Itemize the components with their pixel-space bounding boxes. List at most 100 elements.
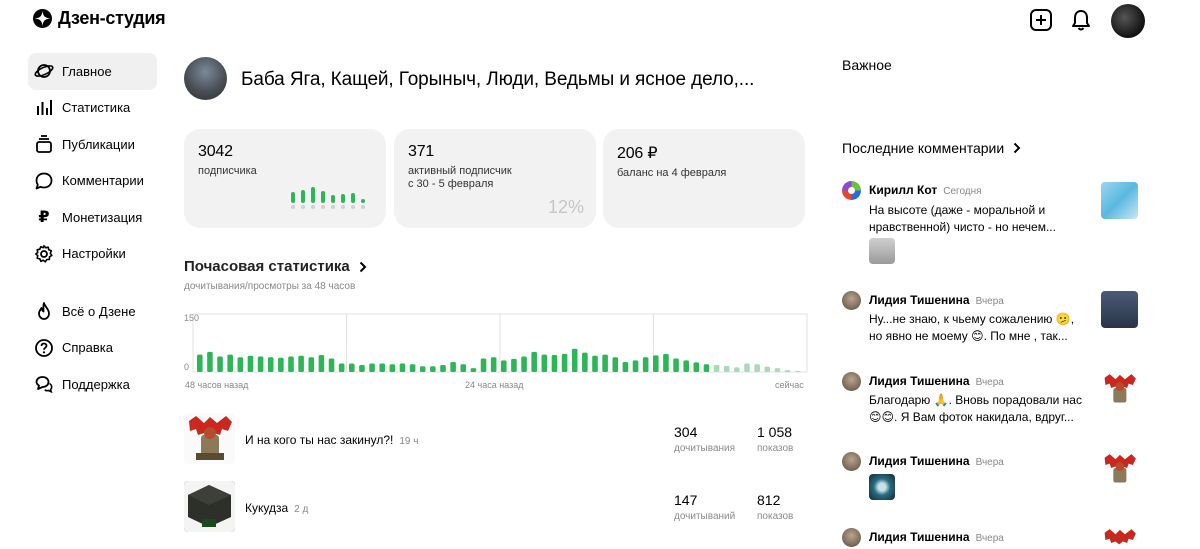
sidebar-item-label: Публикации — [62, 136, 135, 152]
comment-time: Вчера — [975, 457, 1004, 468]
chart-bar — [470, 368, 477, 372]
mini-chart-bar — [351, 193, 355, 209]
commenter-name-text: Лидия Тишенина — [869, 530, 970, 544]
publication-thumbnail[interactable] — [1101, 452, 1138, 489]
chart-bar — [551, 354, 558, 372]
stack-icon — [34, 134, 54, 154]
chart-bar — [278, 357, 284, 372]
publication-reads: 147 — [674, 492, 698, 508]
comment-attachment[interactable] — [869, 238, 895, 264]
sidebar-item-publications[interactable]: Публикации — [28, 126, 157, 163]
sidebar-item-support[interactable]: Поддержка — [28, 366, 157, 403]
sidebar-item-label: Комментарии — [62, 173, 144, 189]
comment-text[interactable]: Благодарю 🙏. Вновь порадовали нас 😊😊. Я … — [869, 392, 1089, 426]
sidebar-item-about-dzen[interactable]: Всё о Дзене — [28, 293, 157, 330]
mini-chart-bar — [341, 194, 345, 209]
publication-title[interactable]: И на кого ты нас закинул?! 19 ч — [245, 433, 419, 447]
chart-bar — [359, 365, 365, 372]
active-subscribers-caption-line2: с 30 - 5 февраля — [408, 178, 494, 190]
balance-value: 206 ₽ — [617, 145, 658, 162]
chart-bar — [257, 356, 264, 372]
commenter-avatar[interactable] — [842, 291, 861, 310]
avatar[interactable] — [1111, 4, 1145, 38]
sidebar-item-help[interactable]: Справка — [28, 330, 157, 367]
publication-thumbnail[interactable] — [1101, 182, 1138, 219]
chart-bar — [723, 365, 730, 372]
chart-bar — [389, 364, 396, 372]
sidebar-item-settings[interactable]: Настройки — [28, 236, 157, 273]
question-icon — [34, 338, 54, 358]
chart-bar — [328, 358, 335, 372]
comment-text[interactable]: Ну...не знаю, к чьему сожалению 🫤, но яв… — [869, 311, 1089, 345]
active-subscribers-card[interactable]: 371 активный подписчик с 30 - 5 февраля … — [394, 129, 596, 228]
chart-bar — [338, 363, 345, 372]
chart-bar — [683, 360, 689, 372]
publication-title-text: Кукудза — [245, 501, 289, 515]
chart-bar — [612, 357, 619, 372]
chart-bar — [409, 364, 416, 372]
add-icon[interactable] — [1030, 9, 1052, 31]
comment-attachment[interactable] — [869, 474, 895, 500]
mini-chart-bar — [311, 187, 315, 209]
logo[interactable]: Дзен-студия — [33, 8, 166, 29]
publication-thumbnail[interactable] — [184, 481, 235, 532]
balance-caption: баланс на 4 февраля — [617, 167, 727, 179]
hourly-stats-link[interactable]: Почасовая статистика — [184, 258, 368, 275]
subscribers-card[interactable]: 3042 подписчика — [184, 129, 386, 228]
chart-bar — [622, 361, 629, 372]
chart-bar — [673, 358, 679, 372]
commenter-avatar[interactable] — [842, 452, 861, 471]
ruble-icon: ₽ — [38, 209, 50, 227]
sidebar-item-main[interactable]: Главное — [28, 53, 157, 90]
chart-bar — [703, 364, 710, 372]
sidebar-item-comments[interactable]: Комментарии — [28, 163, 157, 200]
comment-text[interactable]: На высоте (даже - моральной и нравственн… — [869, 202, 1089, 236]
publication-reads-label: дочитываний — [674, 511, 736, 522]
active-subscribers-caption-line1: активный подписчик — [408, 165, 512, 177]
chart-bar — [399, 363, 406, 372]
commenter-name[interactable]: Лидия Тишенина Вчера — [869, 530, 1004, 544]
commenter-avatar[interactable] — [842, 181, 861, 200]
channel-title[interactable]: Баба Яга, Кащей, Горыныч, Люди, Ведьмы и… — [241, 69, 754, 91]
sidebar-item-label: Поддержка — [62, 376, 130, 392]
y-tick-label: 150 — [184, 313, 199, 323]
publication-thumbnail[interactable] — [1101, 291, 1138, 328]
publication-title[interactable]: Кукудза 2 д — [245, 501, 308, 515]
chart-bar — [450, 361, 456, 372]
commenter-avatar[interactable] — [842, 372, 861, 391]
sidebar-item-stats[interactable]: Статистика — [28, 90, 157, 127]
chart-bar — [582, 352, 588, 372]
dzen-logo-icon — [33, 9, 52, 28]
publication-time: 19 ч — [399, 436, 419, 447]
publication-thumbnail[interactable] — [184, 413, 235, 464]
logo-text: Дзен-студия — [58, 8, 166, 28]
publication-thumbnail[interactable] — [1101, 372, 1138, 409]
publication-reads-label: дочитывания — [674, 443, 736, 454]
latest-comments-link[interactable]: Последние комментарии — [842, 140, 1022, 156]
chart-bar — [318, 354, 325, 372]
subscribers-mini-chart — [291, 181, 365, 210]
chart-bar — [369, 363, 375, 372]
commenter-name-text: Лидия Тишенина — [869, 293, 970, 307]
bell-icon[interactable] — [1071, 9, 1091, 36]
hourly-stats-title: Почасовая статистика — [184, 258, 350, 275]
sidebar-item-monetization[interactable]: ₽ Монетизация — [28, 199, 157, 236]
sidebar-item-label: Справка — [62, 340, 113, 356]
commenter-avatar[interactable] — [842, 528, 861, 547]
commenter-name[interactable]: Кирилл Кот Сегодня — [869, 183, 982, 197]
comment-time: Вчера — [975, 377, 1004, 388]
balance-card[interactable]: 206 ₽ баланс на 4 февраля — [603, 129, 805, 228]
chart-bar — [571, 348, 578, 372]
x-label-end: сейчас — [775, 380, 804, 390]
commenter-name[interactable]: Лидия Тишенина Вчера — [869, 374, 1004, 388]
chart-bar — [288, 356, 294, 372]
commenter-name[interactable]: Лидия Тишенина Вчера — [869, 454, 1004, 468]
chart-bar — [460, 364, 467, 372]
hourly-stats-subtitle: дочитывания/просмотры за 48 часов — [184, 281, 356, 292]
chart-bar — [764, 366, 771, 372]
commenter-name[interactable]: Лидия Тишенина Вчера — [869, 293, 1004, 307]
channel-avatar[interactable] — [184, 57, 227, 100]
comment-time: Сегодня — [943, 186, 982, 197]
mini-chart-bar — [331, 195, 335, 209]
publication-thumbnail[interactable] — [1101, 527, 1138, 549]
